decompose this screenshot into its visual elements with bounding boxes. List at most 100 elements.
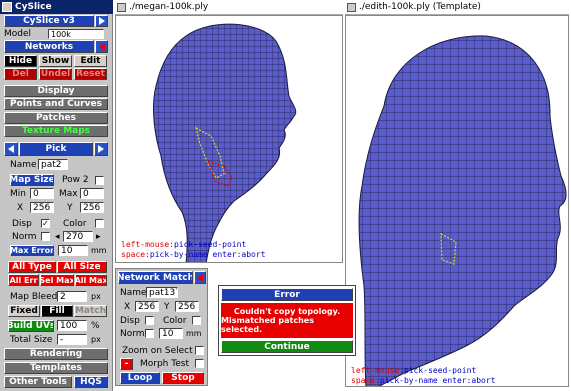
window-icon: [117, 2, 126, 12]
nm-y-label: Y: [164, 301, 170, 312]
undel-button[interactable]: Undel: [39, 68, 72, 80]
total-size-field: -: [57, 334, 87, 345]
nm-x-field[interactable]: 256: [135, 301, 159, 312]
disp-checkbox[interactable]: ✓: [41, 219, 50, 228]
hqs-button[interactable]: HQS: [74, 376, 108, 388]
morph-test-label: Morph Test: [140, 359, 189, 369]
y-field[interactable]: 256: [80, 202, 104, 213]
build-uvs-button[interactable]: Build UVs: [8, 320, 54, 332]
hint-key: left-mouse:: [351, 366, 404, 375]
min-field[interactable]: 0: [30, 188, 54, 199]
arrow-right-icon: [98, 145, 104, 153]
del-button[interactable]: Del: [4, 68, 37, 80]
nm-disp-label: Disp: [120, 315, 140, 326]
build-uvs-field[interactable]: 100: [57, 320, 87, 331]
zoom-on-select-checkbox[interactable]: [195, 346, 204, 355]
nm-y-field[interactable]: 256: [175, 301, 199, 312]
error-dialog: Error Couldn't copy topology. Mismatched…: [218, 285, 356, 356]
model-field[interactable]: 100k: [48, 29, 104, 39]
error-message-box: Couldn't copy topology. Mismatched patch…: [221, 303, 353, 338]
display-section[interactable]: Display: [4, 85, 108, 97]
norm-checkbox[interactable]: [41, 232, 50, 241]
max-error-unit: mm: [91, 246, 107, 255]
color-label: Color: [63, 218, 87, 229]
fixed-button[interactable]: Fixed: [8, 305, 40, 317]
map-bleed-label: Map Bleed: [10, 291, 58, 302]
patches-section[interactable]: Patches: [4, 112, 108, 124]
max-error-field[interactable]: 10: [58, 245, 88, 256]
texture-maps-section[interactable]: Texture Maps: [4, 125, 108, 137]
norm-dec-arrow[interactable]: ◂: [55, 231, 60, 242]
network-match-button[interactable]: Network Match: [118, 271, 193, 284]
points-curves-section[interactable]: Points and Curves: [4, 98, 108, 110]
hint-key: space:: [121, 250, 150, 259]
build-uvs-unit: %: [91, 320, 100, 331]
pow2-checkbox[interactable]: [95, 176, 104, 185]
edith-window-titlebar: ./edith-100k.ply (Template): [345, 0, 569, 15]
max-field[interactable]: 0: [80, 188, 104, 199]
max-label: Max: [59, 188, 78, 199]
nm-norm-field[interactable]: 10: [159, 328, 183, 339]
show-button[interactable]: Show: [39, 55, 72, 67]
all-err-button[interactable]: All Err: [8, 274, 39, 286]
other-tools-section[interactable]: Other Tools: [4, 376, 72, 388]
max-error-button[interactable]: Max Error: [10, 245, 54, 256]
rendering-section[interactable]: Rendering: [4, 348, 108, 360]
nm-disp-checkbox[interactable]: [145, 316, 154, 325]
edith-window-title: ./edith-100k.ply (Template): [359, 2, 481, 12]
reset-button[interactable]: Reset: [74, 68, 107, 80]
map-size-button[interactable]: Map Size: [10, 174, 54, 186]
morph-minus-button[interactable]: -: [120, 358, 133, 370]
version-menu-arrow[interactable]: [95, 15, 108, 27]
x-label: X: [17, 202, 24, 213]
nm-color-checkbox[interactable]: [192, 316, 201, 325]
pick-next-button[interactable]: [94, 142, 108, 156]
network-match-arrow[interactable]: [194, 271, 206, 284]
pick-prev-button[interactable]: [4, 142, 18, 156]
hint-action: pick-by-name enter:: [379, 376, 472, 385]
hint-action: abort: [241, 250, 266, 259]
map-bleed-field[interactable]: 2: [57, 291, 87, 302]
hint-action: pick-by-name enter:: [149, 250, 242, 259]
edith-head-mesh: [358, 35, 567, 386]
networks-button[interactable]: Networks: [4, 40, 94, 53]
nm-norm-label: Norm: [120, 328, 145, 339]
version-button[interactable]: CySlice v3: [4, 15, 94, 27]
morph-test-checkbox[interactable]: [195, 359, 204, 368]
cyslice-panel: CySlice CySlice v3 Model 100k Networks H…: [0, 0, 113, 391]
arrow-left-icon: [8, 145, 14, 153]
megan-head: [153, 23, 297, 262]
stop-button[interactable]: Stop: [162, 372, 204, 384]
name-field[interactable]: pat2: [38, 159, 68, 170]
hint-action: pick-seed-point: [403, 366, 477, 375]
loop-button[interactable]: Loop: [120, 372, 160, 384]
templates-section[interactable]: Templates: [4, 362, 108, 374]
edith-viewport[interactable]: left-mouse:pick-seed-point space:pick-by…: [345, 15, 569, 387]
edith-hint-line2: space:pick-by-name enter:abort: [351, 376, 496, 385]
x-field[interactable]: 256: [30, 202, 54, 213]
hint-key: space:: [351, 376, 380, 385]
fill-button[interactable]: Fill: [41, 305, 73, 317]
networks-arrow[interactable]: [95, 40, 108, 53]
all-max-button[interactable]: All Max: [75, 274, 107, 286]
match-button[interactable]: Match: [74, 305, 107, 317]
nm-norm-checkbox[interactable]: [145, 329, 154, 338]
norm-label: Norm: [12, 231, 37, 242]
pick-button[interactable]: Pick: [19, 142, 93, 156]
norm-inc-arrow[interactable]: ▸: [96, 231, 101, 242]
all-type-button[interactable]: All Type: [8, 261, 56, 273]
hint-action: abort: [471, 376, 496, 385]
hide-button[interactable]: Hide: [4, 55, 37, 67]
sel-max-button[interactable]: Sel Max: [40, 274, 74, 286]
norm-field[interactable]: 270: [63, 231, 93, 242]
edit-button[interactable]: Edit: [74, 55, 107, 67]
y-label: Y: [67, 202, 73, 213]
continue-button[interactable]: Continue: [221, 340, 353, 353]
hint-action: pick-seed-point: [173, 240, 247, 249]
nm-name-field[interactable]: pat137: [146, 287, 178, 298]
color-checkbox[interactable]: [95, 219, 104, 228]
megan-viewport[interactable]: left-mouse:pick-seed-point space:pick-by…: [115, 15, 343, 263]
nm-x-label: X: [124, 301, 131, 312]
min-label: Min: [10, 188, 26, 199]
all-size-button[interactable]: All Size: [57, 261, 107, 273]
